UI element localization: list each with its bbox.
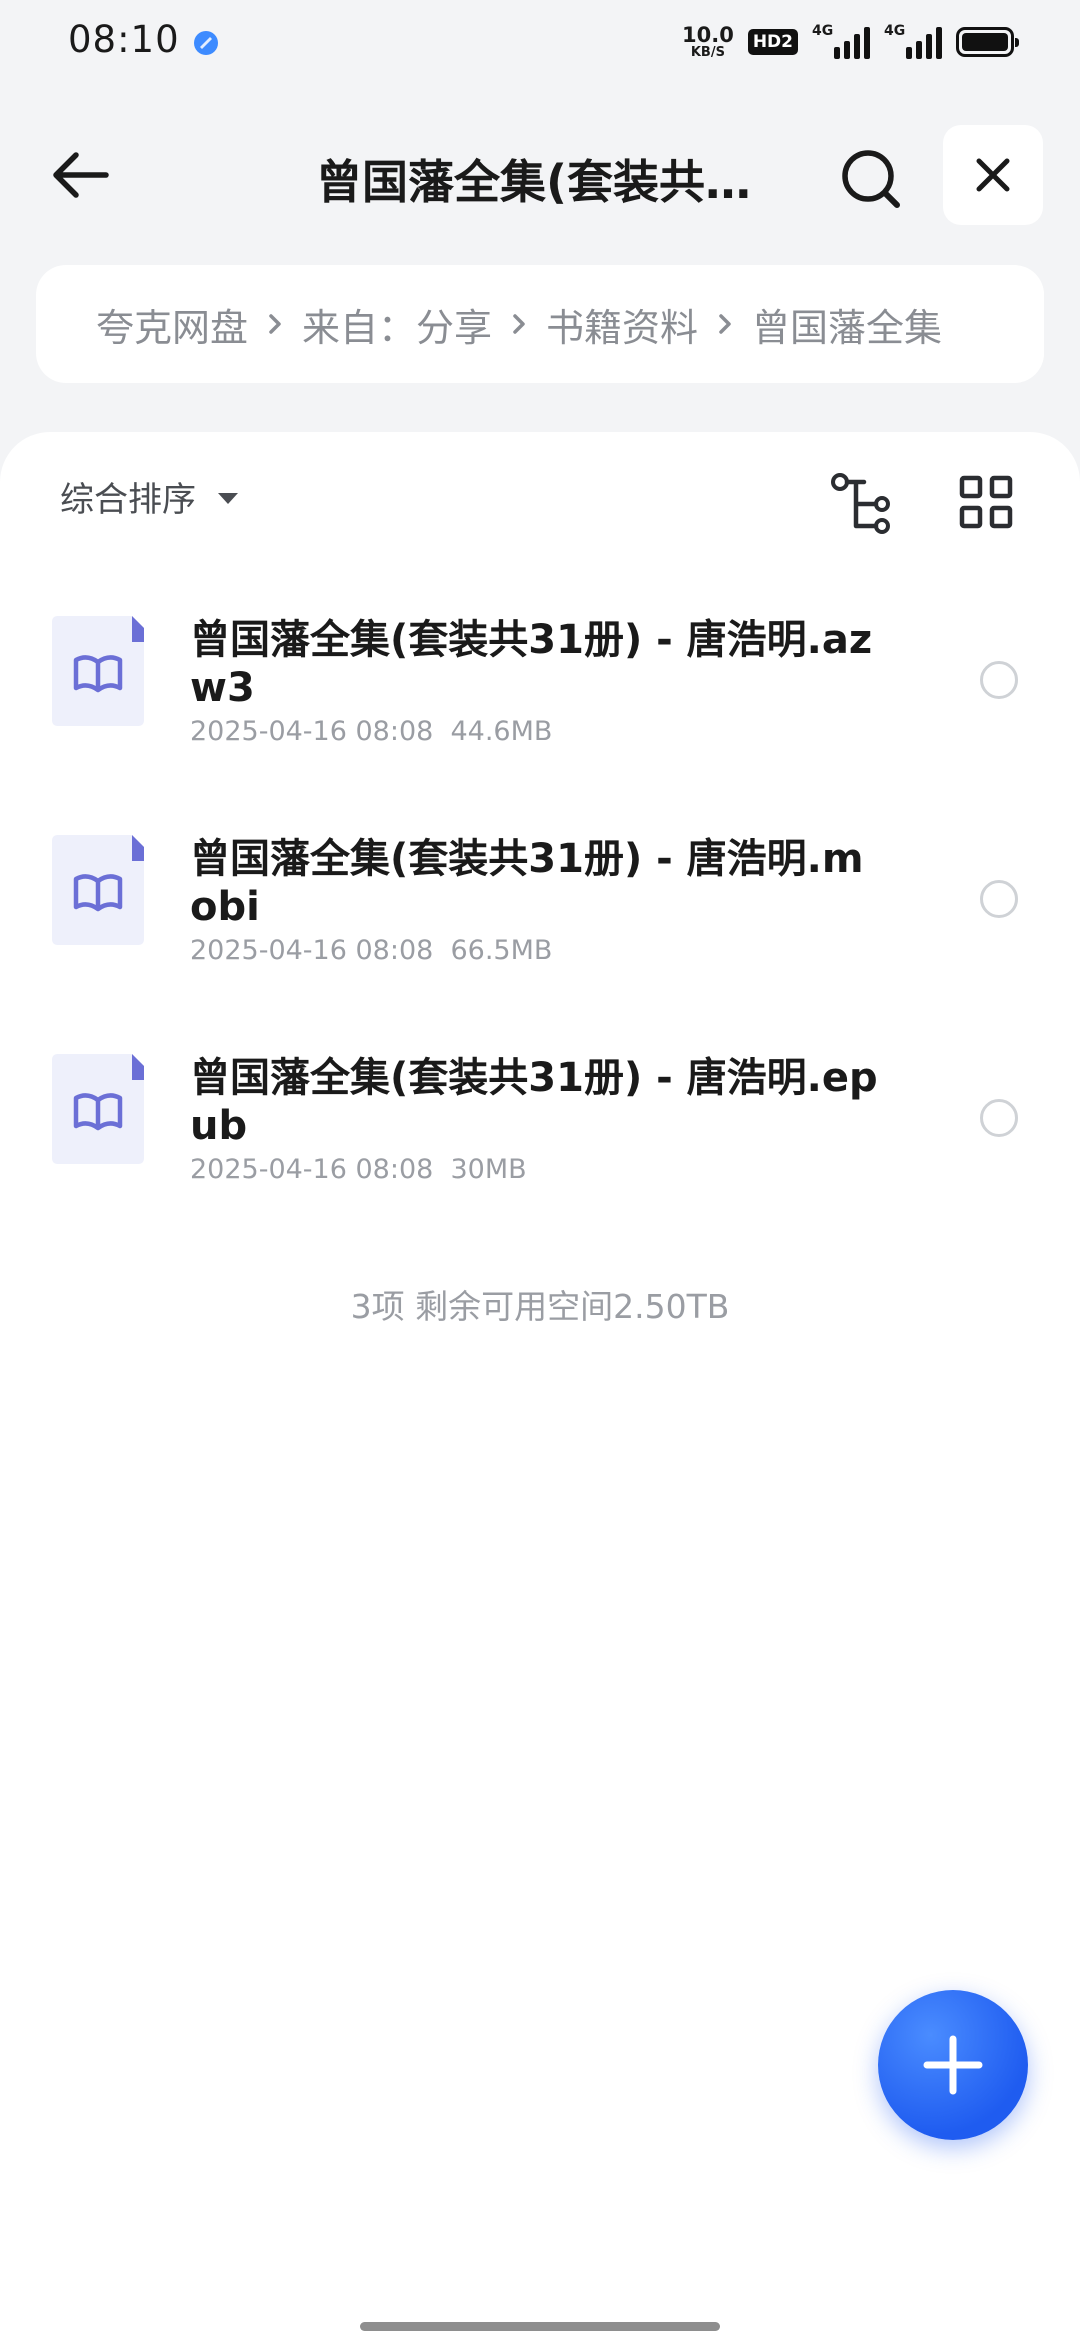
book-file-icon (52, 1054, 144, 1164)
file-size: 66.5MB (450, 935, 553, 966)
chevron-right-icon (698, 313, 752, 335)
tree-view-button[interactable] (830, 472, 896, 538)
file-date: 2025-04-16 08:08 (190, 1154, 434, 1185)
breadcrumb-item-current[interactable]: 曾国藩全集 (752, 297, 942, 352)
book-file-icon (52, 835, 144, 945)
close-button[interactable] (943, 125, 1043, 225)
net-speed: 10.0 KB/S (682, 23, 734, 60)
sort-label: 综合排序 (60, 480, 196, 520)
select-radio[interactable] (980, 880, 1018, 918)
arrow-left-icon (53, 152, 109, 198)
file-meta: 2025-04-16 08:08 66.5MB (190, 935, 552, 966)
grid-view-icon (959, 475, 1013, 529)
search-button[interactable] (836, 144, 906, 214)
hd-voice-icon: HD2 (747, 29, 798, 55)
net-speed-value: 10.0 (682, 23, 734, 47)
back-button[interactable] (40, 142, 120, 208)
status-indicators: 10.0 KB/S HD2 4G 4G (682, 20, 1019, 64)
net-speed-unit: KB/S (690, 45, 725, 60)
file-row[interactable]: 曾国藩全集(套装共31册) - 唐浩明.epub 2025-04-16 08:0… (0, 1054, 1080, 1254)
signal-icon: 4G (884, 23, 942, 59)
tree-view-icon (831, 473, 890, 534)
file-meta: 2025-04-16 08:08 44.6MB (190, 716, 552, 747)
book-file-icon (52, 616, 144, 726)
grid-view-button[interactable] (956, 472, 1016, 532)
file-size: 44.6MB (450, 716, 553, 747)
file-meta: 2025-04-16 08:08 30MB (190, 1154, 527, 1185)
breadcrumb-item-share[interactable]: 来自：分享 (302, 297, 492, 352)
sim2-label: 4G (884, 23, 906, 39)
file-date: 2025-04-16 08:08 (190, 716, 434, 747)
breadcrumb-fade (974, 265, 1044, 383)
sim1-label: 4G (812, 23, 834, 39)
file-name: 曾国藩全集(套装共31册) - 唐浩明.azw3 (190, 617, 873, 711)
breadcrumb-item-root[interactable]: 夸克网盘 (96, 297, 248, 352)
search-icon (842, 150, 900, 208)
battery-icon (956, 27, 1019, 57)
select-radio[interactable] (980, 661, 1018, 699)
status-time: 08:10 (68, 18, 180, 61)
caret-down-icon (218, 493, 238, 504)
file-date: 2025-04-16 08:08 (190, 935, 434, 966)
page-title: 曾国藩全集(套装共31册) - 唐浩明 (316, 155, 766, 209)
add-button[interactable] (878, 1990, 1028, 2140)
app-notification-icon (194, 31, 218, 55)
file-size: 30MB (450, 1154, 527, 1185)
breadcrumb-item-books[interactable]: 书籍资料 (546, 297, 698, 352)
close-icon (976, 158, 1010, 192)
storage-summary: 3项 剩余可用空间2.50TB (350, 1287, 730, 1326)
status-bar: 08:10 10.0 KB/S HD2 4G 4G (0, 0, 1080, 84)
signal-icon: 4G (812, 23, 870, 59)
page: 08:10 10.0 KB/S HD2 4G 4G 曾国藩全集(套装共31 夸克… (0, 0, 1080, 2340)
file-name: 曾国藩全集(套装共31册) - 唐浩明.mobi (190, 836, 864, 930)
chevron-right-icon (248, 313, 302, 335)
chevron-right-icon (492, 313, 546, 335)
select-radio[interactable] (980, 1099, 1018, 1137)
sort-dropdown[interactable]: 综合排序 (60, 472, 238, 521)
file-row[interactable]: 曾国藩全集(套装共31册) - 唐浩明.mobi 2025-04-16 08:0… (0, 835, 1080, 1035)
file-row[interactable]: 曾国藩全集(套装共31册) - 唐浩明.azw3 2025-04-16 08:0… (0, 616, 1080, 816)
plus-icon (923, 2035, 983, 2095)
file-name: 曾国藩全集(套装共31册) - 唐浩明.epub (190, 1055, 878, 1149)
breadcrumb: 夸克网盘 来自：分享 书籍资料 曾国藩全集 (36, 265, 1044, 383)
home-indicator[interactable] (360, 2322, 720, 2331)
header: 曾国藩全集(套装共31册) - 唐浩明 (0, 120, 1080, 230)
